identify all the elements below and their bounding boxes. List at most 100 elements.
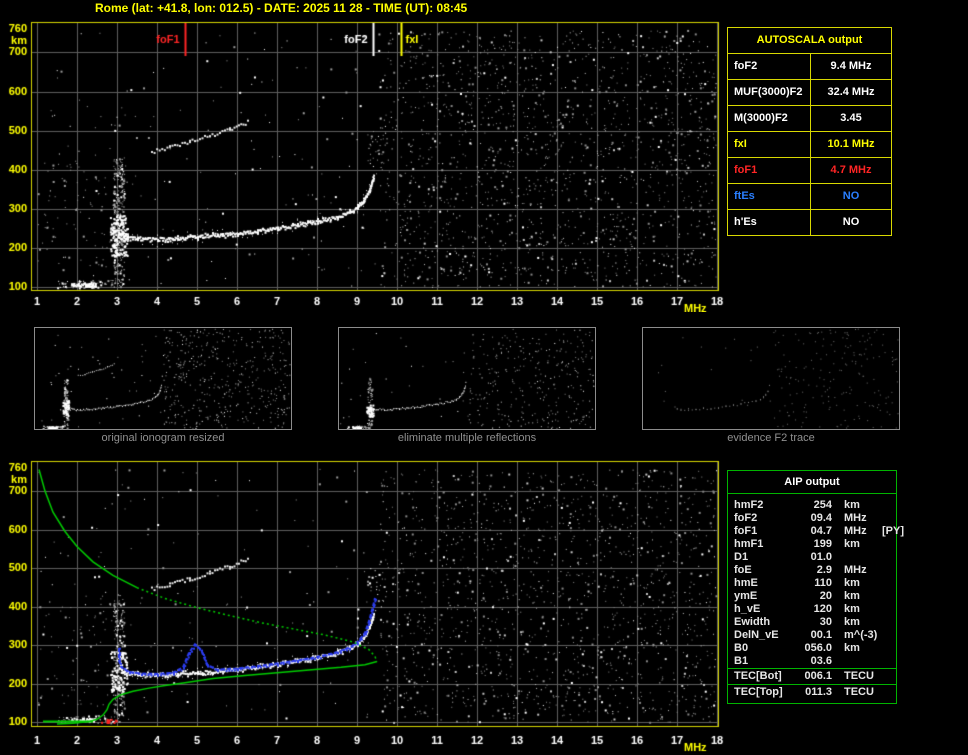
autoscala-param-label: h'Es bbox=[728, 210, 811, 235]
aip-cell-v: 199 bbox=[813, 538, 832, 550]
aip-cell-v: 03.6 bbox=[810, 655, 832, 667]
aip-cell-u: MHz bbox=[844, 525, 867, 537]
autoscala-row-ftEs: ftEs NO bbox=[728, 184, 891, 210]
aip-cell-e bbox=[878, 590, 896, 603]
aip-row-D1: D1 01.0 bbox=[728, 551, 896, 564]
aip-cell-u bbox=[832, 551, 878, 564]
aip-cell-u: km bbox=[844, 577, 860, 589]
aip-cell-e bbox=[878, 669, 896, 684]
autoscala-row-fxI: fxI 10.1 MHz bbox=[728, 132, 891, 158]
aip-cell-n: ymE bbox=[734, 590, 758, 602]
aip-cell-e bbox=[878, 629, 896, 642]
aip-cell-n: B0 bbox=[734, 642, 749, 654]
aip-cell-v: 120 bbox=[813, 603, 832, 615]
autoscala-row-h'Es: h'Es NO bbox=[728, 210, 891, 235]
aip-cell-v: 254 bbox=[813, 499, 832, 511]
thumbnail-evidence-f2-trace bbox=[642, 327, 900, 430]
aip-cell-v: 011.3 bbox=[805, 686, 832, 698]
aip-cell-e bbox=[878, 685, 896, 700]
autoscala-param-value: NO bbox=[842, 216, 860, 228]
aip-cell-v: 110 bbox=[814, 577, 832, 589]
aip-row-foF2: foF2 09.4 MHz bbox=[728, 512, 896, 525]
thumbnail-eliminate-multiples bbox=[338, 327, 596, 430]
aip-cell-v: 30 bbox=[819, 616, 832, 628]
aip-cell-n: hmE bbox=[734, 577, 758, 589]
autoscala-param-value: 32.4 MHz bbox=[827, 86, 875, 98]
aip-cell-n: hmF1 bbox=[734, 538, 764, 550]
aip-table-title: AIP output bbox=[728, 471, 896, 494]
aip-cell-e bbox=[878, 538, 896, 551]
aip-cell-e bbox=[878, 564, 896, 577]
aip-cell-e bbox=[878, 551, 896, 564]
aip-row-ymE: ymE 20 km bbox=[728, 590, 896, 603]
autoscala-param-value: 10.1 MHz bbox=[827, 138, 875, 150]
aip-cell-u: km bbox=[844, 590, 860, 602]
aip-cell-e bbox=[878, 577, 896, 590]
aip-row-hmF1: hmF1 199 km bbox=[728, 538, 896, 551]
aip-cell-n: TEC[Bot] bbox=[734, 670, 782, 682]
aip-row-DelN_vE: DelN_vE 00.1 m^(-3) bbox=[728, 629, 896, 642]
main-ionogram-canvas bbox=[0, 16, 735, 312]
aip-row-h_vE: h_vE 120 km bbox=[728, 603, 896, 616]
autoscala-table-rows: foF2 9.4 MHz MUF(3000)F2 32.4 MHz M(3000)F2 3… bbox=[728, 54, 891, 235]
aip-cell-v: 20 bbox=[819, 590, 832, 602]
aip-cell-e bbox=[878, 512, 896, 525]
autoscala-row-foF1: foF1 4.7 MHz bbox=[728, 158, 891, 184]
thumbnail-caption-eliminate: eliminate multiple reflections bbox=[397, 432, 537, 444]
aip-cell-n: B1 bbox=[734, 655, 749, 667]
thumbnail-original-ionogram bbox=[34, 327, 292, 430]
aip-cell-u bbox=[832, 655, 878, 668]
aip-row-hmE: hmE 110 km bbox=[728, 577, 896, 590]
aip-table-rows: hmF2 254 km foF2 09.4 MHz foF1 04.7 MHz [PY] hmF1 1… bbox=[728, 494, 904, 703]
autoscala-screen: { "header": {"title": "Rome (lat: +41.8,… bbox=[0, 0, 968, 755]
aip-row-foE: foE 2.9 MHz bbox=[728, 564, 896, 577]
page-title: Rome (lat: +41.8, lon: 012.5) - DATE: 20… bbox=[95, 1, 468, 15]
autoscala-row-MUF(3000)F2: MUF(3000)F2 32.4 MHz bbox=[728, 80, 891, 106]
aip-cell-v: 2.9 bbox=[816, 564, 832, 576]
aip-cell-u: km bbox=[844, 538, 860, 550]
autoscala-param-label: foF2 bbox=[728, 54, 811, 79]
autoscala-param-value: 9.4 MHz bbox=[830, 60, 872, 72]
aip-cell-v: 056.0 bbox=[804, 642, 832, 654]
aip-cell-n: DelN_vE bbox=[734, 629, 779, 641]
autoscala-output-table: AUTOSCALA output foF2 9.4 MHz MUF(3000)F2 3… bbox=[727, 27, 892, 236]
aip-row-foF1: foF1 04.7 MHz [PY] bbox=[728, 525, 904, 538]
autoscala-param-value: NO bbox=[842, 190, 860, 202]
aip-row-TEC[Top]: TEC[Top] 011.3 TECU bbox=[728, 684, 896, 700]
aip-cell-e bbox=[878, 642, 896, 655]
aip-cell-e: [PY] bbox=[882, 525, 904, 537]
aip-cell-e bbox=[878, 499, 896, 512]
autoscala-row-foF2: foF2 9.4 MHz bbox=[728, 54, 891, 80]
aip-cell-n: foF2 bbox=[734, 512, 758, 524]
aip-cell-n: hmF2 bbox=[734, 499, 764, 511]
aip-output-table: AIP output hmF2 254 km foF2 09.4 MHz foF1 04.7 M… bbox=[727, 470, 904, 704]
autoscala-param-value: 4.7 MHz bbox=[830, 164, 872, 176]
profile-ionogram-canvas bbox=[0, 455, 735, 755]
aip-cell-e bbox=[878, 655, 896, 668]
aip-cell-v: 006.1 bbox=[804, 670, 832, 682]
aip-row-B1: B1 03.6 bbox=[728, 655, 896, 668]
aip-cell-e bbox=[878, 616, 896, 629]
thumbnail-caption-evidence: evidence F2 trace bbox=[727, 432, 815, 444]
aip-row-TEC[Bot]: TEC[Bot] 006.1 TECU bbox=[728, 668, 896, 684]
aip-cell-u: MHz bbox=[844, 564, 867, 576]
aip-row-B0: B0 056.0 km bbox=[728, 642, 896, 655]
autoscala-table-title: AUTOSCALA output bbox=[728, 28, 891, 54]
aip-cell-u: TECU bbox=[844, 686, 874, 698]
aip-cell-v: 01.0 bbox=[810, 551, 832, 563]
aip-cell-u: m^(-3) bbox=[844, 629, 878, 641]
aip-cell-u: MHz bbox=[844, 512, 867, 524]
aip-cell-e bbox=[878, 603, 896, 616]
aip-cell-n: foE bbox=[734, 564, 752, 576]
aip-cell-u: km bbox=[844, 603, 860, 615]
autoscala-param-label: foF1 bbox=[728, 158, 811, 183]
aip-row-Ewidth: Ewidth 30 km bbox=[728, 616, 896, 629]
aip-cell-v: 09.4 bbox=[810, 512, 832, 524]
thumbnail-caption-original: original ionogram resized bbox=[101, 432, 225, 444]
aip-cell-v: 00.1 bbox=[810, 629, 832, 641]
autoscala-param-label: M(3000)F2 bbox=[728, 106, 811, 131]
aip-row-hmF2: hmF2 254 km bbox=[728, 499, 896, 512]
autoscala-row-M(3000)F2: M(3000)F2 3.45 bbox=[728, 106, 891, 132]
aip-cell-n: D1 bbox=[734, 551, 749, 563]
autoscala-param-label: ftEs bbox=[728, 184, 811, 209]
